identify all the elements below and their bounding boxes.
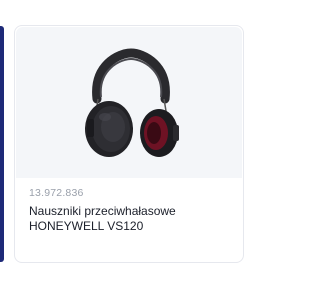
page: 13.972.836 Nauszniki przeciwhałasowe HON… [0,0,250,288]
product-sku: 13.972.836 [29,187,84,199]
product-title-line1: Nauszniki przeciwhałasowe [29,204,176,218]
product-title-line2: HONEYWELL VS120 [29,219,144,233]
product-image[interactable] [16,27,242,178]
earmuffs-icon [85,48,179,157]
product-card[interactable]: 13.972.836 Nauszniki przeciwhałasowe HON… [14,25,244,263]
product-title[interactable]: Nauszniki przeciwhałasowe HONEYWELL VS12… [29,204,229,234]
left-accent-bar [0,26,4,262]
